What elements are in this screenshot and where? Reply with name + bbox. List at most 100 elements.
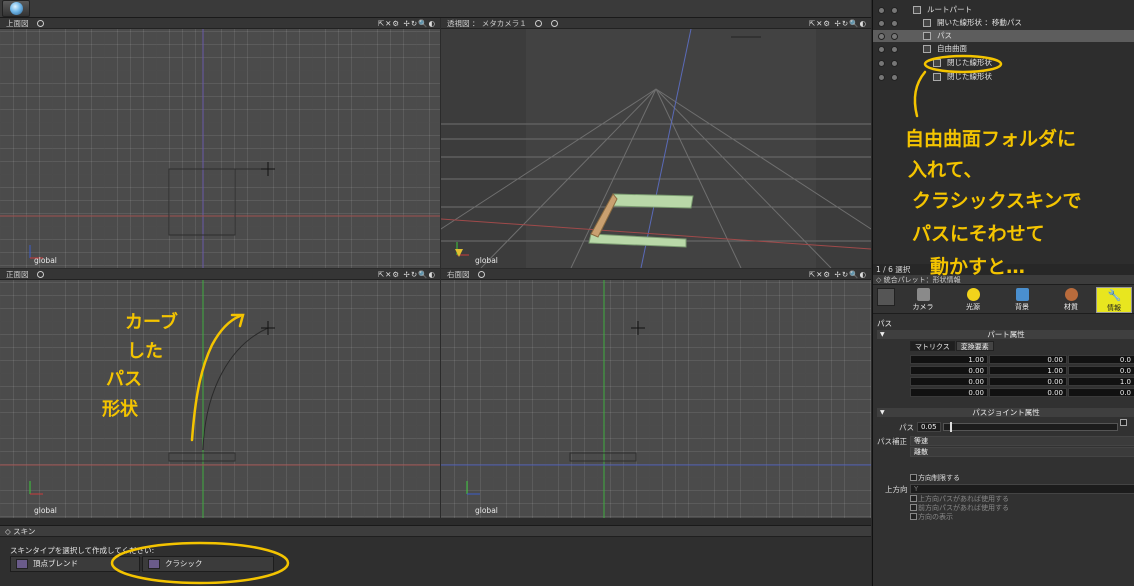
persp-view-title: 透視図 ： メタカメラ１ <box>447 19 527 28</box>
tab-matrix[interactable]: マトリクス <box>910 341 955 351</box>
light-icon <box>966 288 980 301</box>
visibility-icon[interactable] <box>878 74 885 81</box>
tree-item-closed-line[interactable]: 閉じた線形状 <box>873 57 1134 69</box>
top-view[interactable]: 上面図 ⇱✕⚙ ✢↻🔍◐ global <box>0 18 440 268</box>
palette-title[interactable]: ◇ 統合パレット：形状情報 <box>873 275 1134 285</box>
view-tools[interactable]: ⇱✕⚙ ✢↻🔍◐ <box>809 269 867 280</box>
up-direction-label: 上方向 <box>885 485 908 494</box>
line-shape-icon <box>933 73 941 81</box>
tree-item-label: 開いた線形状 ：移動パス <box>937 18 1022 27</box>
path-joint-attr-label: パスジョイント属性 <box>972 408 1040 417</box>
tree-item-path[interactable]: パス <box>873 30 1134 42</box>
tab-material[interactable]: 材質 <box>1053 287 1089 313</box>
path-value-field[interactable]: 0.05 <box>917 422 941 432</box>
lock-icon[interactable] <box>891 33 898 40</box>
surface-folder-icon <box>923 45 931 53</box>
right-view[interactable]: 右面図 ⇱✕⚙ ✢↻🔍◐ global <box>441 269 871 518</box>
shading-icon[interactable] <box>550 20 558 27</box>
front-view-canvas <box>0 280 440 518</box>
right-view-header: 右面図 ⇱✕⚙ ✢↻🔍◐ <box>441 269 871 280</box>
view-tools[interactable]: ⇱✕⚙ ✢↻🔍◐ <box>378 18 436 29</box>
matrix-cell[interactable]: 0.00 <box>910 377 988 386</box>
matrix-cell[interactable]: 0.0 <box>1068 366 1134 375</box>
persp-view-canvas <box>441 29 871 268</box>
tree-item-label: ルートパート <box>927 5 972 14</box>
view-tools[interactable]: ⇱✕⚙ ✢↻🔍◐ <box>378 269 436 280</box>
lock-icon[interactable] <box>891 46 898 53</box>
skin-panel-header[interactable]: ◇ スキン <box>0 526 871 537</box>
coord-system-label[interactable]: global <box>34 256 57 265</box>
tree-item-open-line[interactable]: 開いた線形状 ：移動パス <box>873 17 1134 29</box>
path-correction-label: パス補正 <box>877 437 907 446</box>
visibility-icon[interactable] <box>878 46 885 53</box>
object-name: パス <box>877 319 892 328</box>
tab-background[interactable]: 背景 <box>1004 287 1040 313</box>
material-icon <box>1064 288 1078 301</box>
coord-system-label[interactable]: global <box>475 256 498 265</box>
path-slider[interactable] <box>943 423 1118 431</box>
tree-item-root[interactable]: ルートパート <box>873 4 1134 16</box>
matrix-cell[interactable]: 0.00 <box>989 388 1067 397</box>
shade-logo-button[interactable] <box>2 0 30 17</box>
matrix-cell[interactable]: 0.00 <box>910 366 988 375</box>
tree-item-closed-line[interactable]: 閉じた線形状 <box>873 71 1134 83</box>
vertex-blend-button[interactable]: 頂点ブレンド <box>10 556 140 572</box>
matrix-cell[interactable]: 0.0 <box>1068 355 1134 364</box>
matrix-cell[interactable]: 1.00 <box>910 355 988 364</box>
tab-info[interactable]: 🔧 情報 <box>1096 287 1132 313</box>
part-attr-header[interactable]: ▼ パート属性 <box>877 330 1134 339</box>
classic-button[interactable]: クラシック <box>142 556 274 572</box>
lock-icon[interactable] <box>891 74 898 81</box>
lock-icon[interactable] <box>891 60 898 67</box>
tree-item-label: 自由曲面 <box>937 44 967 53</box>
matrix-cell[interactable]: 0.0 <box>1068 388 1134 397</box>
right-view-canvas <box>441 280 871 518</box>
shape-icon[interactable] <box>877 288 895 306</box>
keyframe-checkbox[interactable] <box>1120 419 1127 426</box>
eye-icon[interactable] <box>36 271 44 278</box>
lock-icon[interactable] <box>891 7 898 14</box>
tree-item-label: パス <box>937 31 952 40</box>
matrix-cell[interactable]: 0.00 <box>989 377 1067 386</box>
eye-icon[interactable] <box>36 20 44 27</box>
tab-transform[interactable]: 変換要素 <box>955 341 994 351</box>
eye-icon[interactable] <box>535 20 543 27</box>
show-direction-checkbox[interactable]: 方向の表示 <box>910 512 953 522</box>
front-view-header: 正面図 ⇱✕⚙ ✢↻🔍◐ <box>0 269 440 280</box>
lock-icon[interactable] <box>891 20 898 27</box>
matrix-cell[interactable]: 1.0 <box>1068 377 1134 386</box>
visibility-icon[interactable] <box>878 20 885 27</box>
wrench-icon: 🔧 <box>1107 289 1122 302</box>
view-tools[interactable]: ⇱✕⚙ ✢↻🔍◐ <box>809 18 867 29</box>
matrix-cell[interactable]: 1.00 <box>989 366 1067 375</box>
up-direction-select[interactable]: Y <box>910 484 1134 494</box>
direction-limit-checkbox[interactable]: 方向制限する <box>910 473 960 483</box>
vertex-blend-label: 頂点ブレンド <box>33 559 78 568</box>
tab-light[interactable]: 光源 <box>955 287 991 313</box>
path-slider-thumb[interactable] <box>950 422 952 432</box>
part-folder-icon <box>913 6 921 14</box>
eye-icon[interactable] <box>477 271 485 278</box>
matrix-cell[interactable]: 0.00 <box>989 355 1067 364</box>
object-browser: ルートパート 開いた線形状 ：移動パス パス 自由曲面 閉じた線形状 閉じた線形… <box>872 0 1134 268</box>
coord-system-label[interactable]: global <box>475 506 498 515</box>
persp-view-header: 透視図 ： メタカメラ１ ⇱✕⚙ ✢↻🔍◐ <box>441 18 871 29</box>
front-view-title: 正面図 <box>6 270 29 279</box>
integrated-palette: 1 / 6 選択 ◇ 統合パレット：形状情報 カメラ 光源 背景 材質 🔧 情報 … <box>872 264 1134 586</box>
path-joint-attr-header[interactable]: ▼ パスジョイント属性 <box>877 408 1134 417</box>
tab-label: 背景 <box>1015 303 1029 311</box>
tree-item-free-surface[interactable]: 自由曲面 <box>873 43 1134 55</box>
front-view[interactable]: 正面図 ⇱✕⚙ ✢↻🔍◐ global <box>0 269 440 518</box>
path-correction-select[interactable]: 等速 <box>910 436 1134 446</box>
top-view-header: 上面図 ⇱✕⚙ ✢↻🔍◐ <box>0 18 440 29</box>
coord-system-label[interactable]: global <box>34 506 57 515</box>
tab-label: 情報 <box>1107 304 1121 312</box>
perspective-view[interactable]: 透視図 ： メタカメラ１ ⇱✕⚙ ✢↻🔍◐ global <box>441 18 871 268</box>
matrix-cell[interactable]: 0.00 <box>910 388 988 397</box>
tab-camera[interactable]: カメラ <box>905 287 941 313</box>
visibility-icon[interactable] <box>878 7 885 14</box>
path-correction-select-2[interactable]: 離散 <box>910 447 1134 457</box>
visibility-icon[interactable] <box>878 60 885 67</box>
visibility-icon[interactable] <box>878 33 885 40</box>
line-shape-icon <box>923 19 931 27</box>
